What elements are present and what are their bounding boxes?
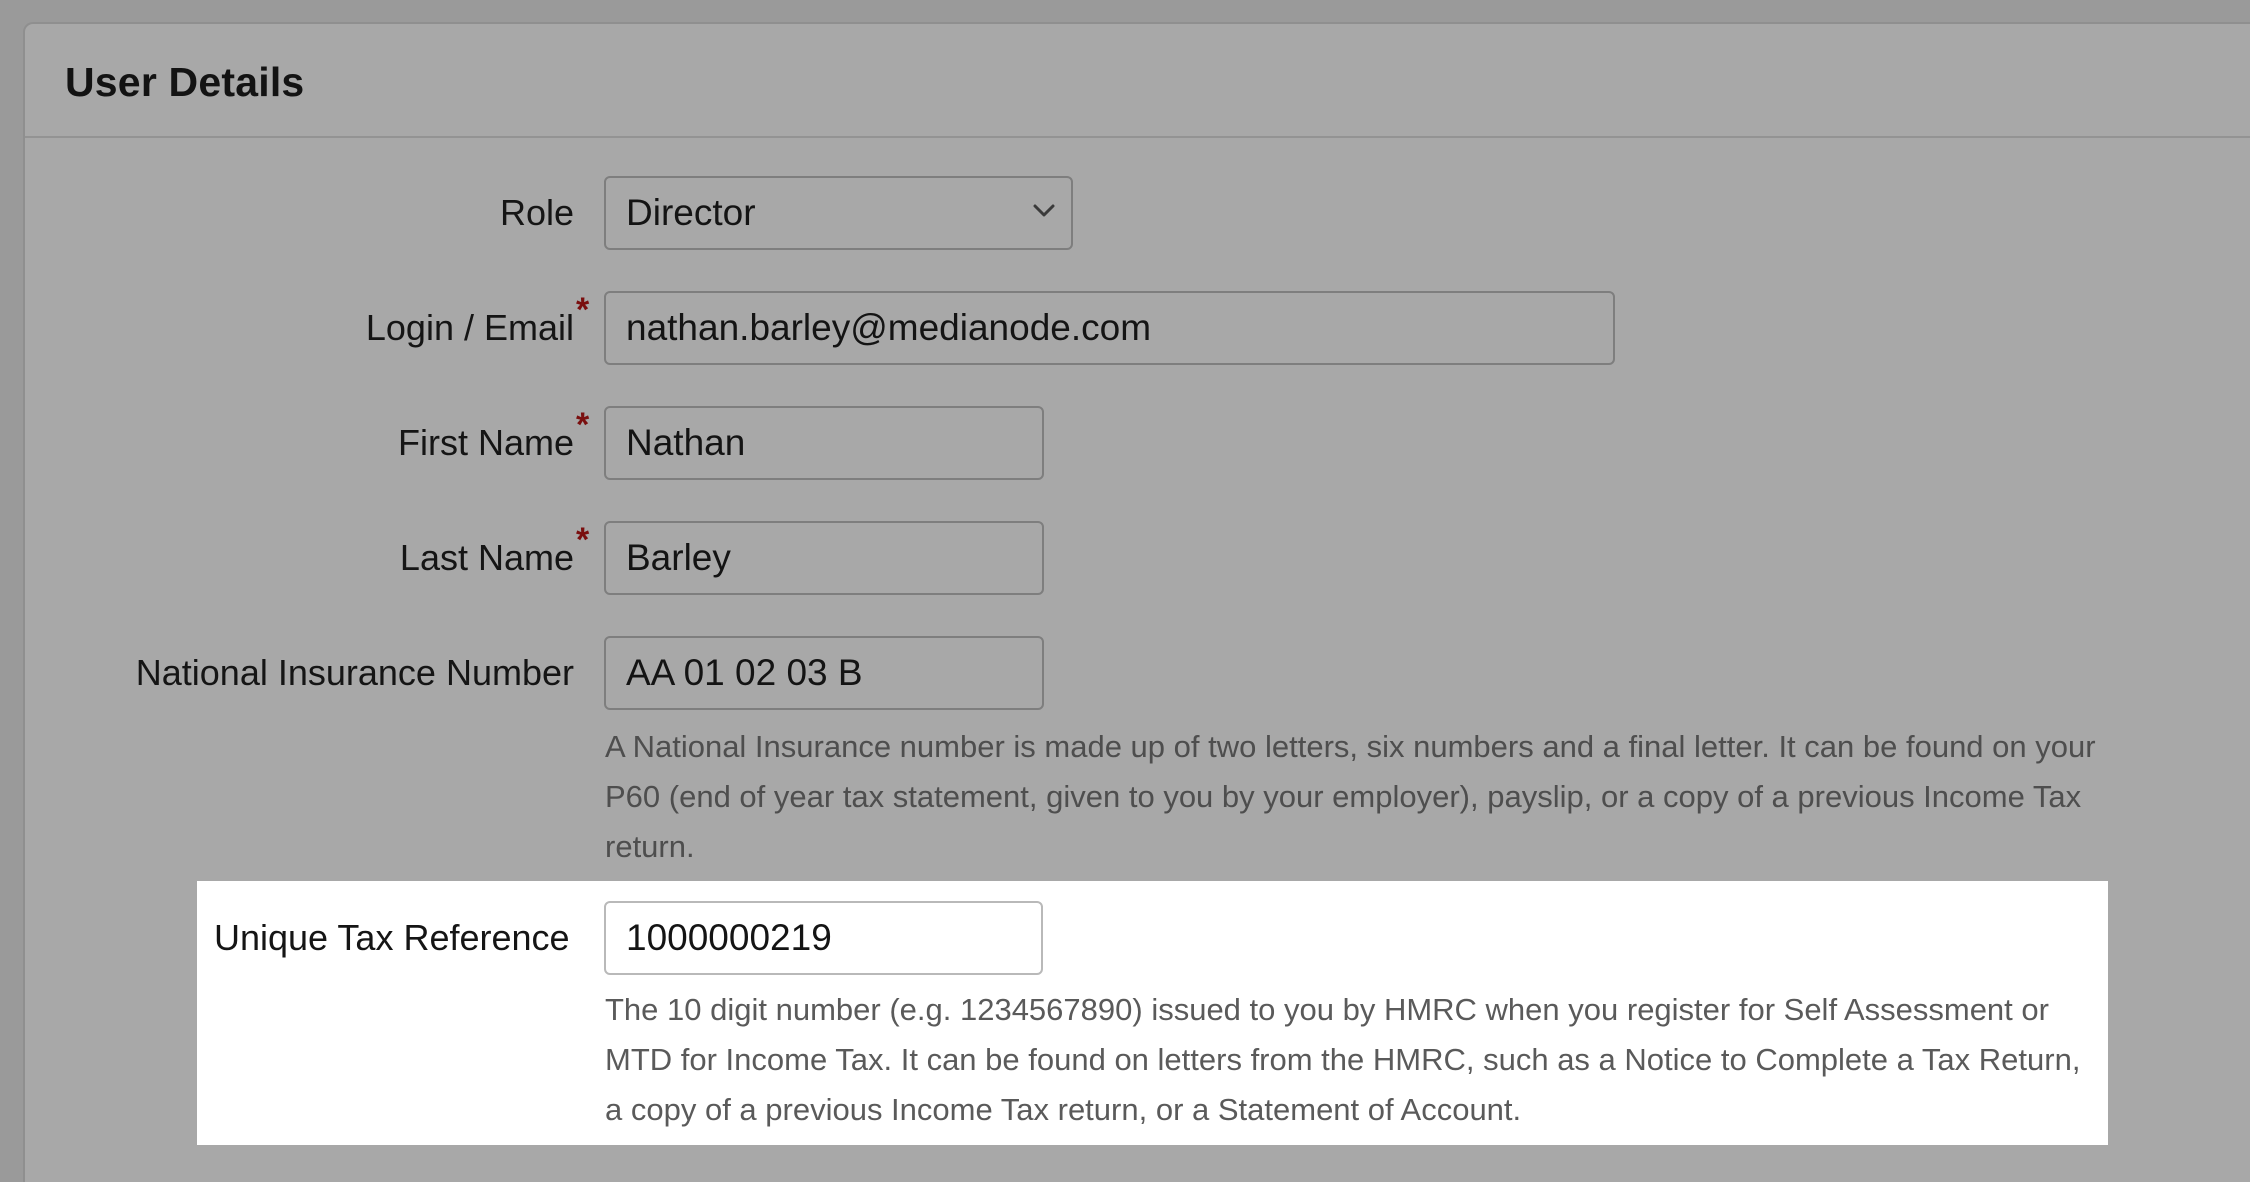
first-name-field[interactable]: Nathan xyxy=(604,406,1044,480)
page-title: User Details xyxy=(65,59,305,105)
last-name-label: Last Name xyxy=(399,537,574,578)
chevron-down-icon xyxy=(1033,204,1055,217)
role-select[interactable]: Director xyxy=(604,176,1073,250)
last-name-field[interactable]: Barley xyxy=(604,521,1044,595)
role-label: Role xyxy=(499,192,574,233)
email-label: Login / Email xyxy=(365,307,574,348)
utr-highlight-region: Unique Tax Reference 1000000219 The 10 d… xyxy=(197,881,2108,1145)
last-name-required-mark: * xyxy=(576,521,590,559)
utr-label: Unique Tax Reference xyxy=(214,917,570,958)
email-field[interactable]: nathan.barley@medianode.com xyxy=(604,291,1615,365)
first-name-required-mark: * xyxy=(576,406,590,444)
ni-number-label: National Insurance Number xyxy=(135,652,574,693)
first-name-label: First Name xyxy=(397,422,574,463)
utr-field[interactable]: 1000000219 xyxy=(604,901,1043,975)
email-required-mark: * xyxy=(576,291,590,329)
role-select-value: Director xyxy=(626,192,756,233)
ni-number-help-text: A National Insurance number is made up o… xyxy=(605,729,2096,864)
ni-number-field[interactable]: AA 01 02 03 B xyxy=(604,636,1044,710)
utr-help-text: The 10 digit number (e.g. 1234567890) is… xyxy=(605,992,2081,1127)
panel-header: User Details xyxy=(25,24,2250,138)
